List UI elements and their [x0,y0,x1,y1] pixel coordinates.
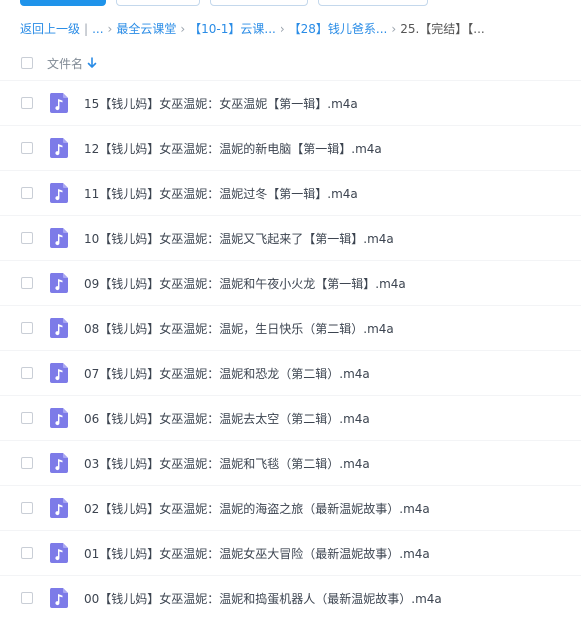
arrow-down-icon[interactable] [87,57,97,69]
breadcrumb-ellipsis[interactable]: ... [92,12,103,46]
row-checkbox[interactable] [21,322,33,334]
file-name[interactable]: 02【钱儿妈】女巫温妮：温妮的海盗之旅（最新温妮故事）.m4a [84,500,430,517]
audio-file-icon [49,318,68,338]
file-row[interactable]: 02【钱儿妈】女巫温妮：温妮的海盗之旅（最新温妮故事）.m4a [0,485,581,530]
file-name[interactable]: 03【钱儿妈】女巫温妮：温妮和飞毯（第二辑）.m4a [84,455,370,472]
file-name[interactable]: 09【钱儿妈】女巫温妮：温妮和午夜小火龙【第一辑】.m4a [84,275,406,292]
audio-file-icon [49,453,68,473]
file-list: 15【钱儿妈】女巫温妮：女巫温妮【第一辑】.m4a 12【钱儿妈】女巫温妮：温妮的… [0,80,581,620]
row-checkbox[interactable] [21,592,33,604]
audio-file-icon [49,543,68,563]
breadcrumb-separator: › [107,22,113,36]
file-row[interactable]: 10【钱儿妈】女巫温妮：温妮又飞起来了【第一辑】.m4a [0,215,581,260]
file-name[interactable]: 08【钱儿妈】女巫温妮：温妮，生日快乐（第二辑）.m4a [84,320,394,337]
audio-file-icon [49,228,68,248]
audio-file-icon [49,183,68,203]
file-row[interactable]: 06【钱儿妈】女巫温妮：温妮去太空（第二辑）.m4a [0,395,581,440]
file-row[interactable]: 07【钱儿妈】女巫温妮：温妮和恐龙（第二辑）.m4a [0,350,581,395]
breadcrumb-separator: | [84,22,89,36]
row-checkbox[interactable] [21,412,33,424]
upload-button[interactable] [20,0,106,6]
row-checkbox[interactable] [21,367,33,379]
file-name[interactable]: 10【钱儿妈】女巫温妮：温妮又飞起来了【第一辑】.m4a [84,230,394,247]
breadcrumb-separator: › [391,22,397,36]
audio-file-icon [49,138,68,158]
file-name[interactable]: 06【钱儿妈】女巫温妮：温妮去太空（第二辑）.m4a [84,410,370,427]
file-name[interactable]: 07【钱儿妈】女巫温妮：温妮和恐龙（第二辑）.m4a [84,365,370,382]
file-row[interactable]: 15【钱儿妈】女巫温妮：女巫温妮【第一辑】.m4a [0,80,581,125]
file-name[interactable]: 01【钱儿妈】女巫温妮：温妮女巫大冒险（最新温妮故事）.m4a [84,545,430,562]
breadcrumb-separator: › [180,22,186,36]
toolbar-button[interactable] [210,0,308,6]
row-checkbox[interactable] [21,502,33,514]
column-header-filename[interactable]: 文件名 [47,55,83,72]
breadcrumb-item[interactable]: 最全云课堂 [116,12,176,46]
toolbar [0,0,581,12]
select-all-checkbox[interactable] [21,57,33,69]
audio-file-icon [49,588,68,608]
audio-file-icon [49,93,68,113]
file-row[interactable]: 08【钱儿妈】女巫温妮：温妮，生日快乐（第二辑）.m4a [0,305,581,350]
row-checkbox[interactable] [21,142,33,154]
file-row[interactable]: 09【钱儿妈】女巫温妮：温妮和午夜小火龙【第一辑】.m4a [0,260,581,305]
row-checkbox[interactable] [21,97,33,109]
toolbar-button[interactable] [318,0,428,6]
breadcrumb-item[interactable]: 【28】钱儿爸系... [289,12,388,46]
file-row[interactable]: 12【钱儿妈】女巫温妮：温妮的新电脑【第一辑】.m4a [0,125,581,170]
breadcrumb: 返回上一级 |... › 最全云课堂 › 【10-1】云课... › 【28】钱儿爸系... ›… [0,12,581,46]
audio-file-icon [49,273,68,293]
breadcrumb-current: 25.【完结】【... [400,22,485,36]
file-row[interactable]: 01【钱儿妈】女巫温妮：温妮女巫大冒险（最新温妮故事）.m4a [0,530,581,575]
row-checkbox[interactable] [21,547,33,559]
audio-file-icon [49,363,68,383]
file-name[interactable]: 12【钱儿妈】女巫温妮：温妮的新电脑【第一辑】.m4a [84,140,382,157]
toolbar-button[interactable] [116,0,200,6]
file-row[interactable]: 03【钱儿妈】女巫温妮：温妮和飞毯（第二辑）.m4a [0,440,581,485]
list-header: 文件名 [0,46,581,80]
row-checkbox[interactable] [21,232,33,244]
file-name[interactable]: 11【钱儿妈】女巫温妮：温妮过冬【第一辑】.m4a [84,185,358,202]
row-checkbox[interactable] [21,277,33,289]
audio-file-icon [49,408,68,428]
file-name[interactable]: 15【钱儿妈】女巫温妮：女巫温妮【第一辑】.m4a [84,95,358,112]
file-row[interactable]: 00【钱儿妈】女巫温妮：温妮和捣蛋机器人（最新温妮故事）.m4a [0,575,581,620]
file-row[interactable]: 11【钱儿妈】女巫温妮：温妮过冬【第一辑】.m4a [0,170,581,215]
row-checkbox[interactable] [21,457,33,469]
file-name[interactable]: 00【钱儿妈】女巫温妮：温妮和捣蛋机器人（最新温妮故事）.m4a [84,590,442,607]
back-link[interactable]: 返回上一级 [20,12,80,46]
row-checkbox[interactable] [21,187,33,199]
breadcrumb-item[interactable]: 【10-1】云课... [189,12,276,46]
audio-file-icon [49,498,68,518]
breadcrumb-separator: › [279,22,285,36]
